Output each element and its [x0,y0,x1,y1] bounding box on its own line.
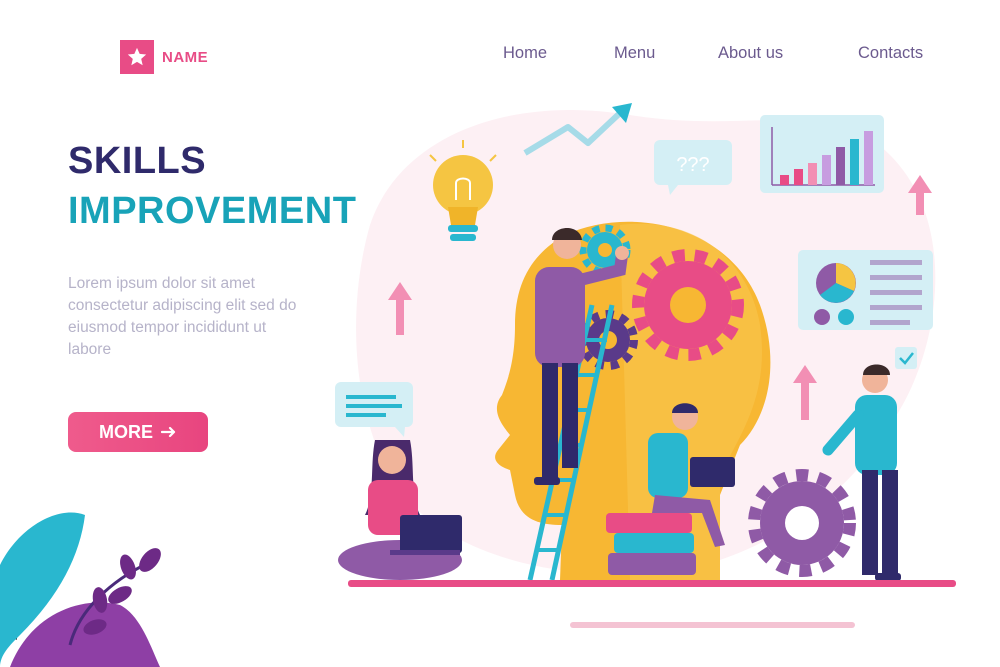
book-stack [606,513,696,575]
skills-illustration: ??? [335,103,956,587]
decorative-bottom-bar [570,622,855,628]
more-button-label: MORE [99,421,153,442]
nav-about-us[interactable]: About us [718,44,783,63]
hero-body-text: Lorem ipsum dolor sit amet consectetur a… [68,275,297,358]
page-title-line2: IMPROVEMENT [68,190,357,232]
pie-chart-card [798,250,933,330]
arrow-right-icon [161,426,176,438]
decorative-leaves [0,512,161,667]
nav-home[interactable]: Home [503,44,547,63]
page-title-line1: SKILLS [68,140,207,182]
speech-bubble-text: ??? [676,154,709,176]
nav-menu[interactable]: Menu [614,44,655,63]
bar-chart-card [760,115,884,193]
nav-contacts[interactable]: Contacts [858,44,923,63]
checkmark-icon [895,347,917,369]
more-button[interactable]: MORE [68,412,208,452]
floor-line [348,580,956,587]
top-nav: Home Menu About us Contacts [0,44,1000,64]
